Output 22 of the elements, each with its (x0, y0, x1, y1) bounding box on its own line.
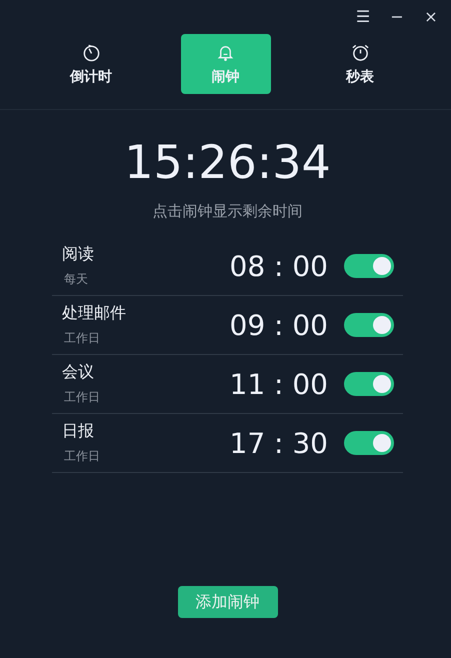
alarm-name: 阅读 (62, 244, 95, 265)
alarm-name: 日报 (62, 421, 95, 442)
alarm-time: 08 : 00 (230, 250, 328, 282)
timer-icon (82, 42, 100, 62)
alarm-repeat: 工作日 (63, 330, 101, 347)
hint-text: 点击闹钟显示剩余时间 (152, 202, 302, 221)
alarm-time: 09 : 00 (230, 308, 328, 342)
alarm-repeat: 工作日 (63, 448, 101, 465)
alarm-toggle[interactable] (344, 313, 394, 337)
alarm-name: 处理邮件 (62, 303, 127, 324)
alarm-repeat: 工作日 (63, 389, 101, 406)
alarm-name: 会议 (62, 362, 95, 383)
alarm-time: 11 : 00 (230, 368, 328, 400)
current-time: 15:26:34 (124, 134, 331, 190)
tab[interactable]: 倒计时 (46, 34, 136, 94)
alarm-toggle[interactable] (344, 254, 394, 278)
alarm-repeat: 每天 (63, 271, 89, 288)
alarm-toggle[interactable] (344, 372, 394, 396)
tab[interactable]: 秒表 (315, 34, 405, 94)
alarm-clock-icon (350, 42, 370, 62)
alarm-toggle[interactable] (344, 431, 394, 455)
alarm-time: 17 : 30 (230, 426, 328, 460)
